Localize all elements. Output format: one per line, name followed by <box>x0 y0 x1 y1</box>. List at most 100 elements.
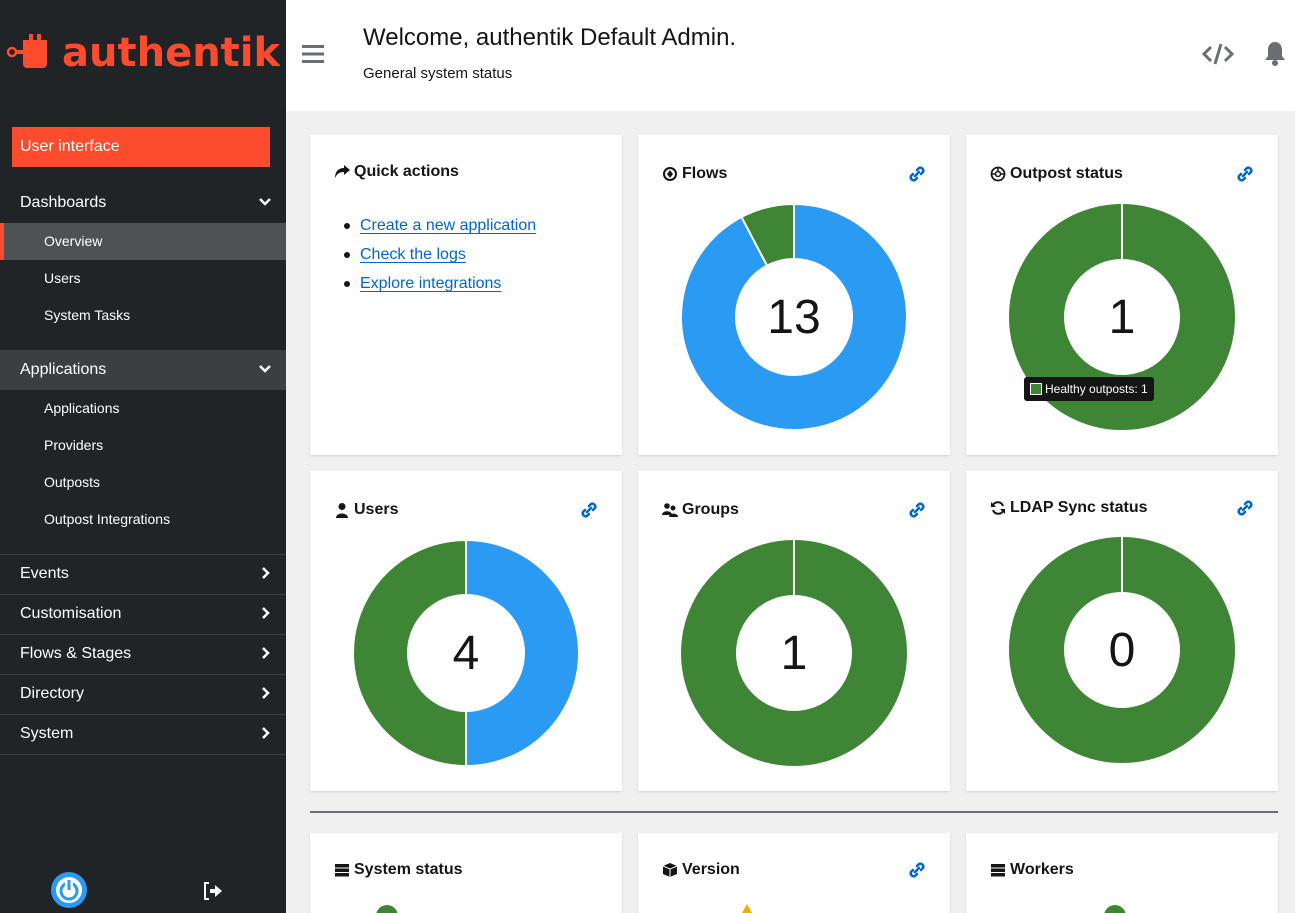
sidebar: authentik User interface Dashboards Over… <box>0 0 286 913</box>
sidebar-item-overview[interactable]: Overview <box>0 223 286 260</box>
status-indicator <box>1104 905 1126 913</box>
nav-section-directory[interactable]: Directory <box>0 674 286 714</box>
sidebar-item-label: Users <box>44 270 81 286</box>
ldap-sync-card: LDAP Sync status 0 <box>966 471 1278 791</box>
card-title: Quick actions <box>334 163 459 181</box>
groups-total: 1 <box>780 626 808 680</box>
sidebar-item-outpost-integrations[interactable]: Outpost Integrations <box>0 501 286 538</box>
flow-icon <box>663 167 677 181</box>
chevron-right-icon <box>262 727 270 739</box>
outpost-icon <box>990 166 1006 182</box>
card-title-text: Workers <box>1010 861 1074 878</box>
nav-section-dashboards[interactable]: Dashboards <box>0 183 286 223</box>
card-title: System status <box>334 861 463 879</box>
nav-section-label: Events <box>20 565 69 582</box>
sidebar-item-label: Outpost Integrations <box>44 511 171 527</box>
divider <box>0 754 286 755</box>
sidebar-item-label: System Tasks <box>44 307 131 323</box>
card-title-text: Groups <box>682 501 739 518</box>
sync-icon <box>991 501 1005 515</box>
link-icon[interactable] <box>1236 165 1254 183</box>
nav-section-events[interactable]: Events <box>0 554 286 594</box>
warning-icon <box>742 904 752 913</box>
page-title: Welcome, authentik Default Admin. <box>363 24 737 51</box>
card-title: Flows <box>662 165 727 183</box>
card-title-text: Flows <box>682 165 728 182</box>
logo-text: authentik <box>62 30 280 76</box>
system-status-card: System status <box>310 833 622 913</box>
nav-section-label: Applications <box>20 361 107 378</box>
cubes-icon <box>662 863 678 877</box>
logout-icon[interactable] <box>203 882 223 900</box>
ldap-total: 0 <box>1108 623 1136 677</box>
quick-actions-list: Create a new application Check the logs … <box>340 217 536 304</box>
link-icon[interactable] <box>908 501 926 519</box>
nav-section-customisation[interactable]: Customisation <box>0 594 286 634</box>
card-title-text: Outpost status <box>1010 165 1123 182</box>
nav-section-applications[interactable]: Applications <box>0 350 286 390</box>
card-title: Outpost status <box>990 165 1123 183</box>
card-title: Users <box>334 501 398 519</box>
chevron-right-icon <box>262 607 270 619</box>
sidebar-item-label: Outposts <box>44 474 101 490</box>
power-icon[interactable] <box>51 872 87 908</box>
chevron-right-icon <box>262 567 270 579</box>
link-icon[interactable] <box>580 501 598 519</box>
share-icon <box>335 165 350 178</box>
card-title: Workers <box>990 861 1074 879</box>
nav-section-label: System <box>20 725 74 742</box>
workers-card: Workers <box>966 833 1278 913</box>
sidebar-item-system-tasks[interactable]: System Tasks <box>0 297 286 334</box>
sidebar-item-label: Overview <box>44 233 103 249</box>
card-title-text: Quick actions <box>354 163 459 180</box>
card-title-text: LDAP Sync status <box>1010 499 1148 516</box>
sidebar-item-users[interactable]: Users <box>0 260 286 297</box>
nav-section-label: Flows & Stages <box>20 645 132 662</box>
create-application-link[interactable]: Create a new application <box>360 217 536 235</box>
card-title: LDAP Sync status <box>990 499 1148 517</box>
nav-section-system[interactable]: System <box>0 714 286 754</box>
sidebar-item-applications[interactable]: Applications <box>0 390 286 427</box>
version-card: Version <box>638 833 950 913</box>
chevron-right-icon <box>262 647 270 659</box>
nav-section-flows-stages[interactable]: Flows & Stages <box>0 634 286 674</box>
flows-card: Flows 13 <box>638 135 950 455</box>
user-interface-button[interactable]: User interface <box>12 127 270 167</box>
nav-section-label: Customisation <box>20 605 122 622</box>
groups-card: Groups 1 <box>638 471 950 791</box>
chevron-down-icon <box>259 198 271 206</box>
flows-total: 13 <box>767 290 821 344</box>
sidebar-item-outposts[interactable]: Outposts <box>0 464 286 501</box>
page-header: Welcome, authentik Default Admin. Genera… <box>286 0 1295 111</box>
authentik-logo[interactable]: authentik <box>6 28 280 76</box>
chevron-right-icon <box>262 687 270 699</box>
server-icon <box>991 864 1005 877</box>
tooltip-text: Healthy outposts: 1 <box>1045 382 1148 396</box>
users-total: 4 <box>452 626 480 680</box>
check-logs-link[interactable]: Check the logs <box>360 246 466 264</box>
explore-integrations-link[interactable]: Explore integrations <box>360 275 501 293</box>
nav-section-label: Dashboards <box>20 194 107 211</box>
card-title: Groups <box>662 501 739 519</box>
sidebar-item-providers[interactable]: Providers <box>0 427 286 464</box>
sidebar-item-label: Applications <box>44 400 120 416</box>
section-divider <box>310 811 1278 813</box>
card-title-text: Version <box>682 861 740 878</box>
bell-icon[interactable] <box>1263 40 1287 68</box>
server-icon <box>335 864 349 877</box>
user-icon <box>336 503 348 518</box>
list-item: Explore integrations <box>340 275 536 293</box>
link-icon[interactable] <box>908 861 926 879</box>
list-item: Check the logs <box>340 246 536 264</box>
nav-section-label: Directory <box>20 685 85 702</box>
quick-actions-card: Quick actions Create a new application C… <box>310 135 622 455</box>
card-title-text: System status <box>354 861 463 878</box>
link-icon[interactable] <box>908 165 926 183</box>
tooltip-swatch <box>1030 383 1042 395</box>
link-icon[interactable] <box>1236 499 1254 517</box>
code-icon[interactable] <box>1202 42 1234 66</box>
menu-icon[interactable] <box>302 44 324 64</box>
chevron-down-icon <box>259 365 271 373</box>
users-icon <box>662 503 678 517</box>
outpost-status-card: Outpost status 1 Healthy outposts: 1 <box>966 135 1278 455</box>
